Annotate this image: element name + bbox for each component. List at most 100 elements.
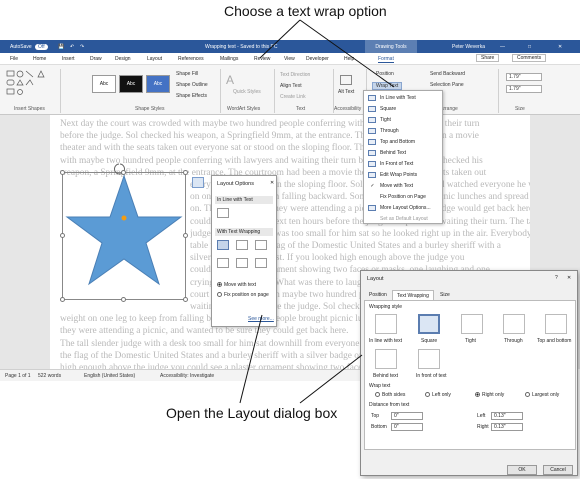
height-input[interactable]: 1.79" — [506, 73, 542, 81]
alt-text-icon[interactable] — [340, 75, 352, 85]
tab-draw[interactable]: Draw — [90, 56, 102, 62]
right-only-radio[interactable]: Right only — [475, 392, 504, 398]
style-top-bottom-icon[interactable] — [545, 314, 567, 334]
resize-handle[interactable] — [121, 297, 126, 302]
tab-developer[interactable]: Developer — [306, 56, 329, 62]
language[interactable]: English (United States) — [84, 373, 135, 379]
alt-text-button[interactable]: Alt Text — [338, 89, 354, 95]
bottom-distance-input[interactable]: 0" — [391, 423, 423, 431]
left-distance-input[interactable]: 0.13" — [491, 412, 523, 420]
close-icon[interactable]: ✕ — [567, 275, 571, 281]
through-wrap-icon[interactable] — [255, 240, 267, 250]
shape-effects-button[interactable]: Shape Effects — [176, 93, 207, 99]
tab-format[interactable]: Format — [378, 56, 394, 63]
menu-item-move-with-text[interactable]: ✓ Move with Text — [365, 181, 442, 191]
close-icon[interactable]: ✕ — [558, 44, 562, 50]
menu-item-inline[interactable]: In Line with Text — [365, 93, 442, 103]
tab-view[interactable]: View — [284, 56, 295, 62]
square-wrap-icon[interactable] — [217, 240, 229, 250]
shape-outline-button[interactable]: Shape Outline — [176, 82, 208, 88]
text-direction-button[interactable]: Text Direction — [280, 72, 310, 78]
tab-insert[interactable]: Insert — [62, 56, 75, 62]
star-shape[interactable] — [58, 162, 190, 306]
style-inline-icon[interactable] — [375, 314, 397, 334]
style-tight-icon[interactable] — [461, 314, 483, 334]
shape-style-2[interactable]: Abc — [119, 75, 143, 93]
send-backward-button[interactable]: Send Backward — [430, 71, 465, 77]
cancel-button[interactable]: Cancel — [543, 465, 573, 475]
inline-wrap-icon[interactable] — [217, 208, 229, 218]
resize-handle[interactable] — [60, 233, 65, 238]
resize-handle[interactable] — [183, 170, 188, 175]
resize-handle[interactable] — [183, 233, 188, 238]
resize-handle[interactable] — [60, 170, 65, 175]
tab-design[interactable]: Design — [115, 56, 131, 62]
share-button[interactable]: Share — [476, 54, 500, 62]
tab-references[interactable]: References — [178, 56, 204, 62]
style-through-icon[interactable] — [503, 314, 525, 334]
largest-only-radio[interactable]: Largest only — [525, 392, 559, 398]
undo-icon[interactable]: ↶ — [70, 44, 74, 50]
menu-item-square[interactable]: Square — [365, 104, 442, 114]
ok-button[interactable]: OK — [507, 465, 537, 475]
autosave-toggle[interactable]: Off — [35, 43, 48, 50]
tight-wrap-icon[interactable] — [236, 240, 248, 250]
menu-item-set-default[interactable]: Set as Default Layout — [365, 214, 442, 224]
tab-file[interactable]: File — [10, 56, 18, 62]
top-distance-input[interactable]: 0" — [391, 412, 423, 420]
top-bottom-wrap-icon[interactable] — [217, 258, 229, 268]
tab-mailings[interactable]: Mailings — [220, 56, 238, 62]
see-more-link[interactable]: See more... — [248, 316, 274, 322]
tab-position[interactable]: Position — [365, 290, 391, 300]
menu-item-more-layout[interactable]: More Layout Options... — [365, 203, 442, 213]
align-text-button[interactable]: Align Text — [280, 83, 302, 89]
menu-item-behind-text[interactable]: Behind Text — [365, 148, 442, 158]
move-with-text-option[interactable]: Move with text — [217, 282, 256, 288]
menu-item-fix-position[interactable]: Fix Position on Page — [365, 192, 442, 202]
menu-item-top-bottom[interactable]: Top and Bottom — [365, 137, 442, 147]
save-icon[interactable]: 💾 — [58, 44, 64, 50]
shapes-gallery-icon[interactable] — [6, 70, 56, 98]
comments-button[interactable]: Comments — [512, 54, 547, 62]
shape-fill-button[interactable]: Shape Fill — [176, 71, 198, 77]
menu-item-edit-wrap-points[interactable]: Edit Wrap Points — [365, 170, 442, 180]
tab-size[interactable]: Size — [436, 290, 454, 300]
style-in-front-icon[interactable] — [418, 349, 440, 369]
style-behind-icon[interactable] — [375, 349, 397, 369]
tab-layout[interactable]: Layout — [147, 56, 162, 62]
tab-review[interactable]: Review — [254, 56, 270, 62]
wordart-a-icon[interactable]: A — [226, 73, 234, 87]
help-icon[interactable]: ? — [555, 275, 558, 281]
right-distance-input[interactable]: 0.13" — [491, 423, 523, 431]
close-icon[interactable]: ✕ — [270, 180, 274, 186]
minimize-icon[interactable]: — — [500, 44, 505, 50]
resize-handle[interactable] — [183, 297, 188, 302]
shape-style-3[interactable]: Abc — [146, 75, 170, 93]
position-button[interactable]: Position — [376, 71, 394, 77]
redo-icon[interactable]: ↷ — [80, 44, 84, 50]
menu-item-tight[interactable]: Tight — [365, 115, 442, 125]
width-input[interactable]: 1.79" — [506, 85, 542, 93]
wrap-text-menu: In Line with Text Square Tight Through T… — [363, 90, 443, 224]
restore-icon[interactable]: □ — [528, 44, 531, 50]
tab-home[interactable]: Home — [33, 56, 46, 62]
layout-options-icon[interactable] — [192, 177, 204, 188]
tab-text-wrapping[interactable]: Text Wrapping — [392, 290, 434, 300]
resize-handle[interactable] — [60, 297, 65, 302]
quick-styles-button[interactable]: Quick Styles — [233, 89, 261, 95]
resize-handle[interactable] — [121, 170, 126, 175]
left-only-radio[interactable]: Left only — [425, 392, 451, 398]
wrap-text-button[interactable]: Wrap Text — [372, 82, 403, 90]
tab-help[interactable]: Help — [344, 56, 354, 62]
behind-text-wrap-icon[interactable] — [236, 258, 248, 268]
both-sides-radio[interactable]: Both sides — [375, 392, 405, 398]
accessibility-status[interactable]: Accessibility: Investigate — [160, 373, 214, 379]
menu-item-in-front[interactable]: In Front of Text — [365, 159, 442, 169]
menu-item-through[interactable]: Through — [365, 126, 442, 136]
shape-style-1[interactable]: Abc — [92, 75, 116, 93]
fix-position-option[interactable]: Fix position on page — [217, 292, 273, 298]
in-front-wrap-icon[interactable] — [255, 258, 267, 268]
create-link-button[interactable]: Create Link — [280, 94, 306, 100]
style-square-icon[interactable] — [418, 314, 440, 334]
selection-pane-button[interactable]: Selection Pane — [430, 82, 464, 88]
